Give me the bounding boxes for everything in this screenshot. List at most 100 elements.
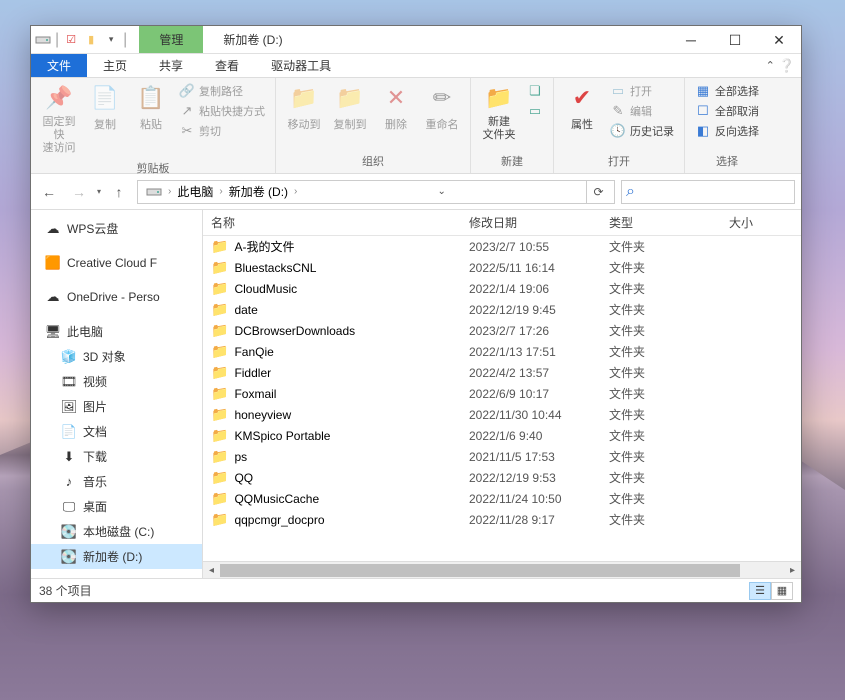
chevron-right-icon[interactable]: › (168, 186, 171, 197)
file-row[interactable]: 📁ps2021/11/5 17:53文件夹 (203, 446, 801, 467)
file-row[interactable]: 📁CloudMusic2022/1/4 19:06文件夹 (203, 278, 801, 299)
breadcrumb-dropdown[interactable]: ⌄ (430, 181, 454, 203)
breadcrumb-drive[interactable]: 新加卷 (D:) (225, 183, 292, 200)
paste-button[interactable]: 📋 粘贴 (129, 80, 173, 134)
horizontal-scrollbar[interactable]: ◂ ▸ (203, 561, 801, 578)
delete-button[interactable]: ✕ 删除 (374, 80, 418, 134)
sidebar-item[interactable]: 🖼图片 (31, 394, 202, 419)
menu-view[interactable]: 查看 (199, 54, 255, 77)
file-list[interactable]: 📁A-我的文件2023/2/7 10:55文件夹📁BluestacksCNL20… (203, 236, 801, 561)
context-tab-manage[interactable]: 管理 (139, 26, 203, 53)
scroll-track[interactable] (220, 562, 784, 579)
column-size[interactable]: 大小 (729, 214, 801, 231)
file-name-label: date (234, 303, 257, 317)
select-all-button[interactable]: ▦ 全部选择 (691, 82, 763, 100)
new-folder-button[interactable]: 📁 新建 文件夹 (477, 80, 521, 144)
3d-icon: 🧊 (61, 349, 77, 365)
doc-icon: 📄 (61, 424, 77, 440)
refresh-button[interactable]: ⟳ (586, 181, 610, 203)
minimize-button[interactable]: ─ (669, 26, 713, 54)
file-row[interactable]: 📁DCBrowserDownloads2023/2/7 17:26文件夹 (203, 320, 801, 341)
details-view-button[interactable]: ☰ (749, 582, 771, 600)
sidebar-item[interactable]: 🎞视频 (31, 369, 202, 394)
file-row[interactable]: 📁KMSpico Portable2022/1/6 9:40文件夹 (203, 425, 801, 446)
help-icon[interactable]: ❔ (779, 58, 795, 74)
nav-back-button[interactable]: ← (37, 180, 61, 204)
file-row[interactable]: 📁date2022/12/19 9:45文件夹 (203, 299, 801, 320)
column-date[interactable]: 修改日期 (469, 214, 609, 231)
sidebar-item[interactable]: ♪音乐 (31, 469, 202, 494)
nav-up-button[interactable]: ↑ (107, 180, 131, 204)
scroll-right-button[interactable]: ▸ (784, 562, 801, 579)
breadcrumb[interactable]: › 此电脑 › 新加卷 (D:) › ⌄ ⟳ (137, 180, 615, 204)
sidebar-item[interactable]: ☁OneDrive - Perso (31, 285, 202, 309)
paste-shortcut-icon: ↗ (179, 103, 195, 119)
select-none-button[interactable]: ☐ 全部取消 (691, 102, 763, 120)
checkbox-icon[interactable]: ☑ (63, 32, 79, 48)
menu-drive-tools[interactable]: 驱动器工具 (255, 54, 347, 77)
file-row[interactable]: 📁honeyview2022/11/30 10:44文件夹 (203, 404, 801, 425)
sidebar-item[interactable]: 💽新加卷 (D:) (31, 544, 202, 569)
qat-dropdown-icon[interactable]: ▾ (103, 32, 119, 48)
history-button[interactable]: 🕓 历史记录 (606, 122, 678, 140)
file-row[interactable]: 📁Foxmail2022/6/9 10:17文件夹 (203, 383, 801, 404)
sidebar-item[interactable]: 🖵桌面 (31, 494, 202, 519)
move-to-button[interactable]: 📁 移动到 (282, 80, 326, 134)
folder-icon: 📁 (211, 343, 228, 360)
file-row[interactable]: 📁QQMusicCache2022/11/24 10:50文件夹 (203, 488, 801, 509)
edit-button[interactable]: ✎ 编辑 (606, 102, 678, 120)
rename-button[interactable]: ✏ 重命名 (420, 80, 464, 134)
scroll-left-button[interactable]: ◂ (203, 562, 220, 579)
new-item-button[interactable]: ❏ (523, 82, 547, 100)
sidebar-item-label: 本地磁盘 (C:) (83, 523, 154, 540)
icons-view-button[interactable]: ▦ (771, 582, 793, 600)
file-row[interactable]: 📁FanQie2022/1/13 17:51文件夹 (203, 341, 801, 362)
copy-button[interactable]: 📄 复制 (83, 80, 127, 134)
file-type: 文件夹 (609, 469, 729, 486)
paste-shortcut-button[interactable]: ↗ 粘贴快捷方式 (175, 102, 269, 120)
navigation-pane[interactable]: ☁WPS云盘 🟧Creative Cloud F ☁OneDrive - Perso… (31, 210, 203, 578)
desktop-icon: 🖵 (61, 499, 77, 515)
paste-shortcut-label: 粘贴快捷方式 (199, 103, 265, 119)
menu-share[interactable]: 共享 (143, 54, 199, 77)
sidebar-item[interactable]: 🧊3D 对象 (31, 344, 202, 369)
easy-access-button[interactable]: ▭ (523, 102, 547, 120)
scroll-thumb[interactable] (220, 564, 740, 577)
chevron-right-icon[interactable]: › (294, 186, 297, 197)
file-row[interactable]: 📁BluestacksCNL2022/5/11 16:14文件夹 (203, 257, 801, 278)
search-box[interactable]: ⌕ (621, 180, 795, 204)
sidebar-item[interactable]: 🖥此电脑 (31, 319, 202, 344)
menu-file[interactable]: 文件 (31, 54, 87, 77)
sidebar-item[interactable]: ⬇下载 (31, 444, 202, 469)
open-button[interactable]: ▭ 打开 (606, 82, 678, 100)
folder-qat-icon[interactable]: ▮ (83, 32, 99, 48)
file-row[interactable]: 📁qqpcmgr_docpro2022/11/28 9:17文件夹 (203, 509, 801, 530)
breadcrumb-this-pc[interactable]: 此电脑 (173, 183, 217, 200)
copy-to-button[interactable]: 📁 复制到 (328, 80, 372, 134)
sidebar-item[interactable]: 🟧Creative Cloud F (31, 251, 202, 275)
sidebar-item[interactable]: 📄文档 (31, 419, 202, 444)
chevron-right-icon[interactable]: › (219, 186, 222, 197)
column-type[interactable]: 类型 (609, 214, 729, 231)
nav-history-dropdown[interactable]: ▾ (97, 187, 101, 196)
sidebar-item[interactable]: ☁WPS云盘 (31, 216, 202, 241)
search-input[interactable] (639, 185, 794, 199)
maximize-button[interactable]: ☐ (713, 26, 757, 54)
file-row[interactable]: 📁A-我的文件2023/2/7 10:55文件夹 (203, 236, 801, 257)
close-button[interactable]: ✕ (757, 26, 801, 54)
sidebar-item[interactable]: 💽本地磁盘 (C:) (31, 519, 202, 544)
copy-path-button[interactable]: 🔗 复制路径 (175, 82, 269, 100)
ribbon-collapse-icon[interactable]: ⌃ (766, 59, 775, 72)
rename-label: 重命名 (426, 116, 459, 132)
pin-button[interactable]: 📌 固定到快 速访问 (37, 80, 81, 158)
nav-forward-button[interactable]: → (67, 180, 91, 204)
file-row[interactable]: 📁QQ2022/12/19 9:53文件夹 (203, 467, 801, 488)
folder-icon: 📁 (211, 385, 228, 402)
file-row[interactable]: 📁Fiddler2022/4/2 13:57文件夹 (203, 362, 801, 383)
invert-selection-button[interactable]: ◧ 反向选择 (691, 122, 763, 140)
menu-home[interactable]: 主页 (87, 54, 143, 77)
properties-button[interactable]: ✔ 属性 (560, 80, 604, 134)
status-bar: 38 个项目 ☰ ▦ (31, 578, 801, 602)
column-name[interactable]: 名称 (211, 214, 469, 231)
cut-button[interactable]: ✂ 剪切 (175, 122, 269, 140)
